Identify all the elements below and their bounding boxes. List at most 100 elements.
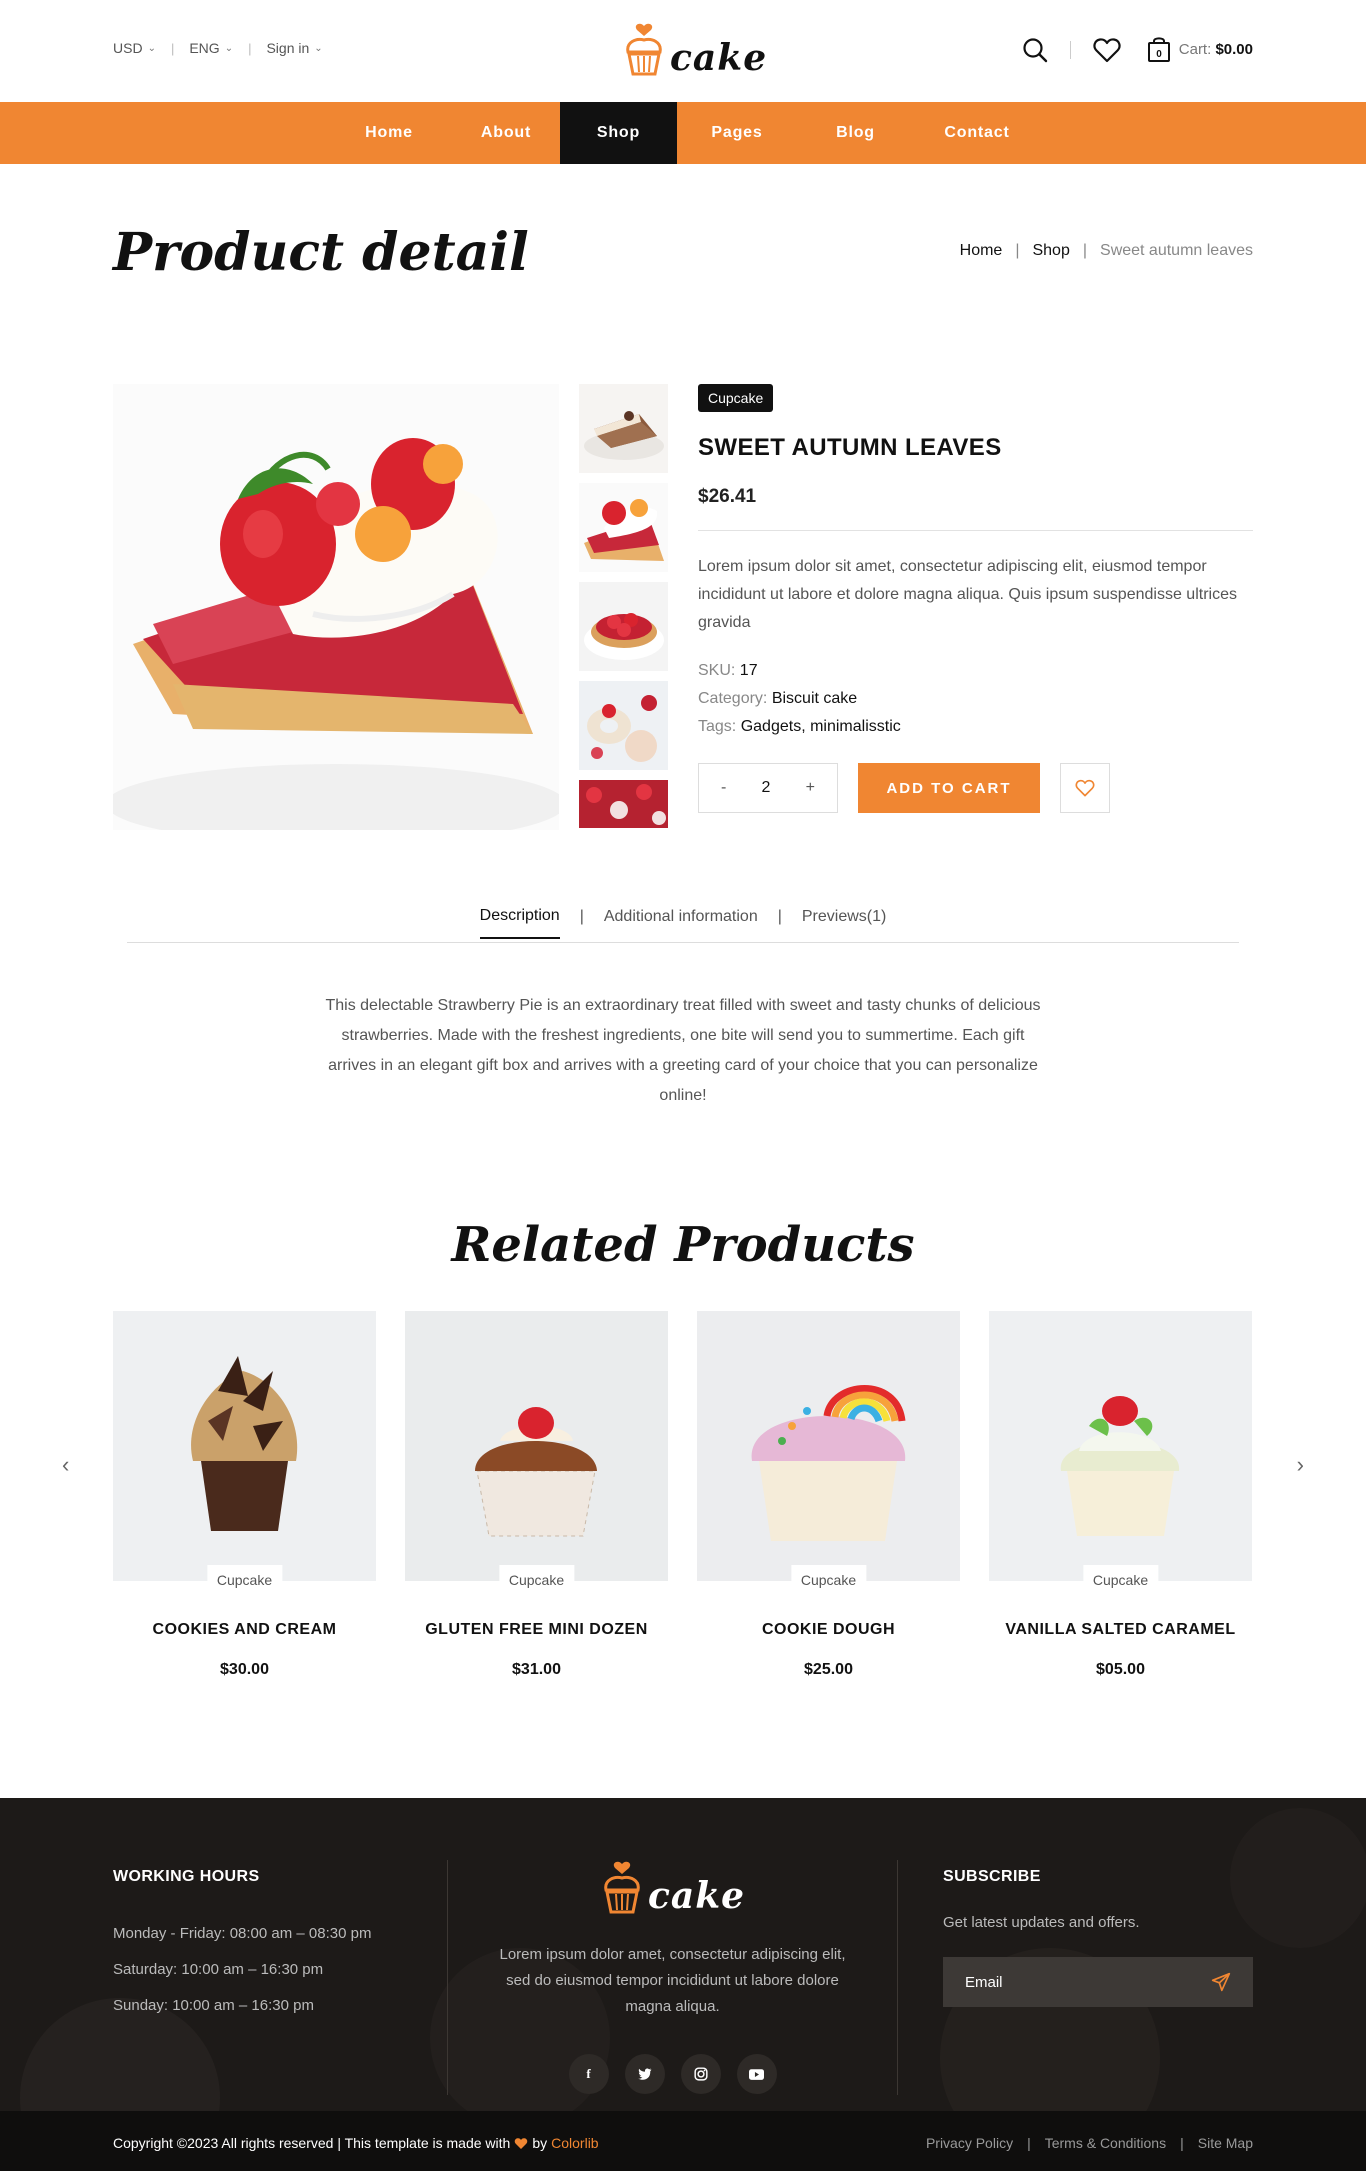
quantity-stepper: - 2 +	[698, 763, 838, 813]
product-card[interactable]: Cupcake GLUTEN FREE MINI DOZEN $31.00	[405, 1311, 668, 1679]
copyright-text: Copyright ©2023 All rights reserved | Th…	[113, 2135, 511, 2151]
cupcake-logo-icon	[604, 1861, 640, 1914]
site-logo[interactable]: cake	[622, 22, 767, 76]
nav-item-shop[interactable]: Shop	[560, 102, 677, 164]
currency-dropdown[interactable]: USD ⌄	[113, 40, 156, 56]
chevron-left-icon[interactable]: ‹	[62, 1452, 69, 1478]
nav-item-about[interactable]: About	[452, 102, 560, 164]
product-card[interactable]: Cupcake COOKIE DOUGH $25.00	[697, 1311, 960, 1679]
chevron-down-icon: ⌄	[147, 42, 156, 54]
hours-item: Sunday: 10:00 am – 16:30 pm	[113, 1997, 314, 2014]
product-name[interactable]: COOKIES AND CREAM	[113, 1621, 376, 1639]
qty-decrease-button[interactable]: -	[721, 779, 726, 797]
divider	[698, 530, 1253, 531]
heart-icon	[1075, 779, 1095, 797]
product-section: Cupcake SWEET AUTUMN LEAVES $26.41 Lorem…	[0, 231, 1366, 844]
product-actions: - 2 + ADD TO CART	[698, 763, 1253, 813]
product-name[interactable]: VANILLA SALTED CARAMEL	[989, 1621, 1252, 1639]
signin-dropdown[interactable]: Sign in ⌄	[266, 40, 322, 56]
product-card[interactable]: Cupcake COOKIES AND CREAM $30.00	[113, 1311, 376, 1679]
add-to-cart-button[interactable]: ADD TO CART	[858, 763, 1040, 813]
footer-about: cake Lorem ipsum dolor amet, consectetur…	[447, 1860, 898, 2095]
privacy-policy-link[interactable]: Privacy Policy	[926, 2135, 1013, 2151]
category-badge[interactable]: Cupcake	[206, 1565, 283, 1595]
cupcake-logo-icon	[626, 23, 662, 76]
cart-button[interactable]: 0 Cart: $0.00	[1147, 36, 1253, 63]
tab-description[interactable]: Description	[479, 907, 560, 939]
email-field[interactable]	[965, 1973, 1185, 1991]
product-image[interactable]: Cupcake	[989, 1311, 1252, 1595]
nav-item-blog[interactable]: Blog	[797, 102, 914, 164]
divider: |	[248, 40, 252, 56]
product-image[interactable]: Cupcake	[697, 1311, 960, 1595]
product-description: Lorem ipsum dolor sit amet, consectetur …	[698, 558, 1237, 631]
category-badge[interactable]: Cupcake	[1082, 1565, 1159, 1595]
footer-bottom-bar: Copyright ©2023 All rights reserved | Th…	[0, 2111, 1366, 2171]
subscribe-form	[943, 1957, 1253, 2007]
thumbnail-image[interactable]	[579, 780, 668, 828]
cart-total: $0.00	[1215, 41, 1253, 58]
thumbnail-image[interactable]	[579, 681, 668, 770]
currency-label: USD	[113, 40, 143, 56]
product-tabs: Description | Additional information | P…	[0, 861, 1366, 1201]
footer-links: Privacy Policy | Terms & Conditions | Si…	[926, 2135, 1253, 2151]
nav-item-contact[interactable]: Contact	[914, 102, 1040, 164]
facebook-icon[interactable]: f	[568, 2054, 609, 2094]
chevron-right-icon[interactable]: ›	[1297, 1452, 1304, 1478]
shopping-bag-icon: 0	[1147, 37, 1170, 62]
category-link[interactable]: Biscuit cake	[772, 690, 857, 707]
chevron-down-icon: ⌄	[314, 42, 323, 54]
qty-value[interactable]: 2	[762, 779, 771, 797]
terms-link[interactable]: Terms & Conditions	[1045, 2135, 1166, 2151]
copyright: Copyright ©2023 All rights reserved | Th…	[113, 2135, 599, 2151]
tab-bar: Description | Additional information | P…	[0, 907, 1366, 939]
footer-logo[interactable]: cake	[448, 1860, 897, 1914]
tags-links[interactable]: Gadgets, minimalisstic	[741, 718, 901, 735]
signin-label: Sign in	[266, 40, 310, 56]
youtube-icon[interactable]	[736, 2054, 777, 2094]
header-right-tools: 0 Cart: $0.00	[1022, 36, 1253, 63]
wishlist-button[interactable]	[1060, 763, 1110, 813]
main-nav: Home About Shop Pages Blog Contact	[0, 102, 1366, 164]
product-name[interactable]: GLUTEN FREE MINI DOZEN	[405, 1621, 668, 1639]
colorlib-link[interactable]: Colorlib	[551, 2135, 598, 2151]
thumbnail-image[interactable]	[579, 483, 668, 572]
site-map-link[interactable]: Site Map	[1198, 2135, 1253, 2151]
category-badge[interactable]: Cupcake	[498, 1565, 575, 1595]
tab-previews[interactable]: Previews(1)	[802, 908, 886, 938]
nav-item-home[interactable]: Home	[326, 102, 452, 164]
heart-icon	[515, 2137, 528, 2149]
product-price: $26.41	[698, 486, 757, 507]
product-name[interactable]: COOKIE DOUGH	[697, 1621, 960, 1639]
chevron-down-icon: ⌄	[224, 42, 234, 54]
product-card[interactable]: Cupcake VANILLA SALTED CARAMEL $05.00	[989, 1311, 1252, 1679]
product-carousel: Cupcake COOKIES AND CREAM $30.00 Cupcake…	[113, 1311, 1252, 1679]
category-row: Category: Biscuit cake	[698, 685, 1253, 713]
logo-text: cake	[647, 1875, 746, 1917]
product-title: SWEET AUTUMN LEAVES	[698, 434, 1002, 461]
instagram-icon[interactable]	[680, 2054, 721, 2094]
search-icon[interactable]	[1022, 37, 1048, 63]
product-image[interactable]: Cupcake	[405, 1311, 668, 1595]
category-badge[interactable]: Cupcake	[790, 1565, 867, 1595]
thumbnail-image[interactable]	[579, 582, 668, 671]
heart-icon[interactable]	[1093, 37, 1121, 63]
divider: |	[1027, 2135, 1031, 2151]
tab-additional-information[interactable]: Additional information	[604, 908, 758, 938]
category-badge[interactable]: Cupcake	[698, 384, 774, 412]
language-dropdown[interactable]: ENG ⌄	[189, 40, 233, 56]
product-image[interactable]: Cupcake	[113, 1311, 376, 1595]
subscribe-text: Get latest updates and offers.	[943, 1914, 1140, 1931]
hours-list: Monday - Friday: 08:00 am – 08:30 pm Sat…	[113, 1916, 371, 2024]
hours-item: Saturday: 10:00 am – 16:30 pm	[113, 1961, 324, 1978]
sku-row: SKU: 17	[698, 657, 1253, 685]
product-price: $05.00	[1096, 1661, 1145, 1678]
tab-underline	[127, 942, 1239, 943]
tab-description-content: This delectable Strawberry Pie is an ext…	[325, 997, 1041, 1104]
send-icon[interactable]	[1211, 1972, 1231, 1992]
thumbnail-image[interactable]	[579, 384, 668, 473]
qty-increase-button[interactable]: +	[806, 779, 815, 797]
product-price: $30.00	[220, 1661, 269, 1678]
twitter-icon[interactable]	[624, 2054, 665, 2094]
nav-item-pages[interactable]: Pages	[677, 102, 797, 164]
